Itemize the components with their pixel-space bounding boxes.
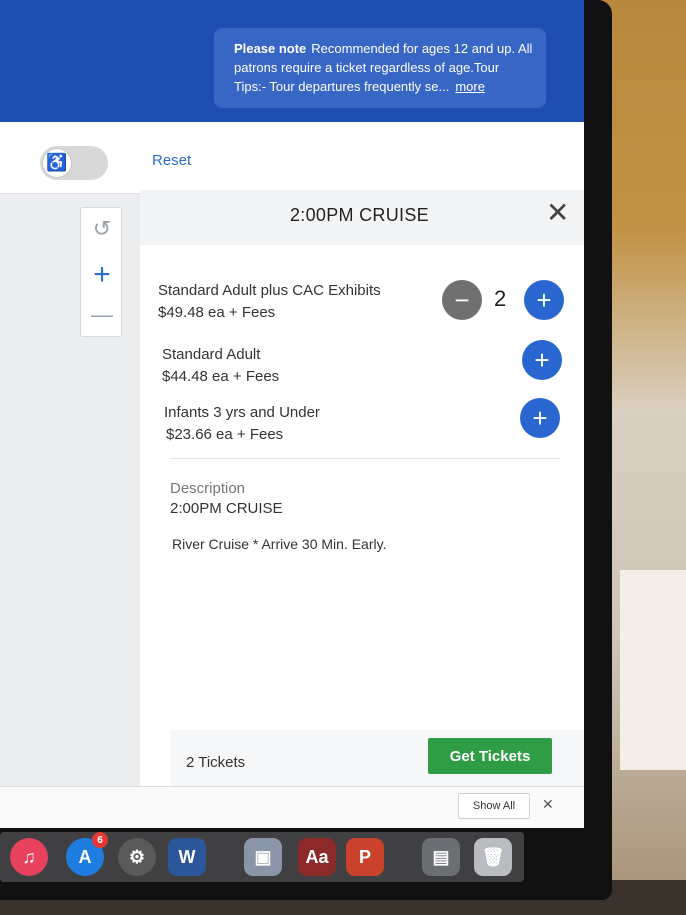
divider — [170, 458, 560, 459]
notice-label: Please note — [234, 41, 307, 56]
map-controls: ↺ + — — [80, 207, 122, 337]
background-wall — [600, 0, 686, 915]
ticket-panel: 2:00PM CRUISE ✕ Standard Adult plus CAC … — [140, 190, 584, 800]
panel-header: 2:00PM CRUISE ✕ — [140, 190, 584, 245]
close-icon[interactable]: ✕ — [542, 796, 554, 813]
screen: Please note Recommended for ages 12 and u… — [0, 0, 584, 828]
notice-more-link[interactable]: more — [455, 79, 485, 94]
powerpoint-icon[interactable]: P — [346, 838, 384, 876]
tickets-count: 2 Tickets — [186, 754, 246, 771]
decrease-quantity-button[interactable]: − — [442, 280, 482, 320]
wheelchair-icon: ♿ — [42, 148, 72, 178]
get-tickets-button[interactable]: Get Tickets — [428, 738, 552, 774]
trash-icon[interactable]: 🗑 — [474, 838, 512, 876]
filter-toolbar: ♿ Reset — [0, 122, 584, 194]
ticket-quantity: 2 — [494, 286, 507, 311]
increase-quantity-button[interactable]: + — [520, 398, 560, 438]
description-label: Description — [170, 480, 246, 497]
description-title: 2:00PM CRUISE — [170, 500, 283, 517]
preview-icon[interactable]: ▣ — [244, 838, 282, 876]
undo-icon[interactable]: ↺ — [81, 208, 123, 250]
notice-banner: Please note Recommended for ages 12 and u… — [214, 28, 546, 108]
photos-folder-icon[interactable]: ▤ — [422, 838, 460, 876]
music-icon[interactable]: ♫ — [10, 838, 48, 876]
background-window — [620, 570, 686, 770]
ticket-price: $23.66 ea + Fees — [166, 426, 284, 443]
dock: ♫ A 6 ⚙ W ▣ Aa P ▤ 🗑 — [0, 832, 524, 882]
panel-title: 2:00PM CRUISE — [290, 205, 429, 225]
ticket-name: Standard Adult plus CAC Exhibits — [158, 282, 381, 299]
ticket-name: Standard Adult — [162, 346, 261, 363]
app-store-icon[interactable]: A 6 — [66, 832, 108, 876]
zoom-in-button[interactable]: + — [81, 254, 123, 296]
word-icon[interactable]: W — [168, 838, 206, 876]
ticket-row: Infants 3 yrs and Under $23.66 ea + Fees… — [140, 398, 584, 454]
increase-quantity-button[interactable]: + — [524, 280, 564, 320]
reset-link[interactable]: Reset — [152, 152, 191, 169]
ticket-row: Standard Adult plus CAC Exhibits $49.48 … — [140, 280, 584, 332]
bottom-bar: Show All ✕ — [0, 786, 584, 828]
ticket-name: Infants 3 yrs and Under — [164, 404, 320, 421]
close-icon[interactable]: ✕ — [546, 196, 569, 229]
system-preferences-icon[interactable]: ⚙ — [118, 838, 156, 876]
dictionary-icon[interactable]: Aa — [298, 838, 336, 876]
map-area: ↺ + — — [0, 195, 160, 805]
notification-badge: 6 — [92, 832, 108, 848]
ticket-price: $49.48 ea + Fees — [158, 304, 276, 321]
increase-quantity-button[interactable]: + — [522, 340, 562, 380]
header-bar: Please note Recommended for ages 12 and u… — [0, 0, 584, 130]
ticket-price: $44.48 ea + Fees — [162, 368, 280, 385]
show-all-button[interactable]: Show All — [458, 793, 530, 819]
accessibility-toggle[interactable]: ♿ — [40, 146, 108, 180]
description-body: River Cruise * Arrive 30 Min. Early. — [172, 536, 387, 552]
zoom-out-button[interactable]: — — [81, 294, 123, 336]
ticket-row: Standard Adult $44.48 ea + Fees + — [140, 340, 584, 396]
